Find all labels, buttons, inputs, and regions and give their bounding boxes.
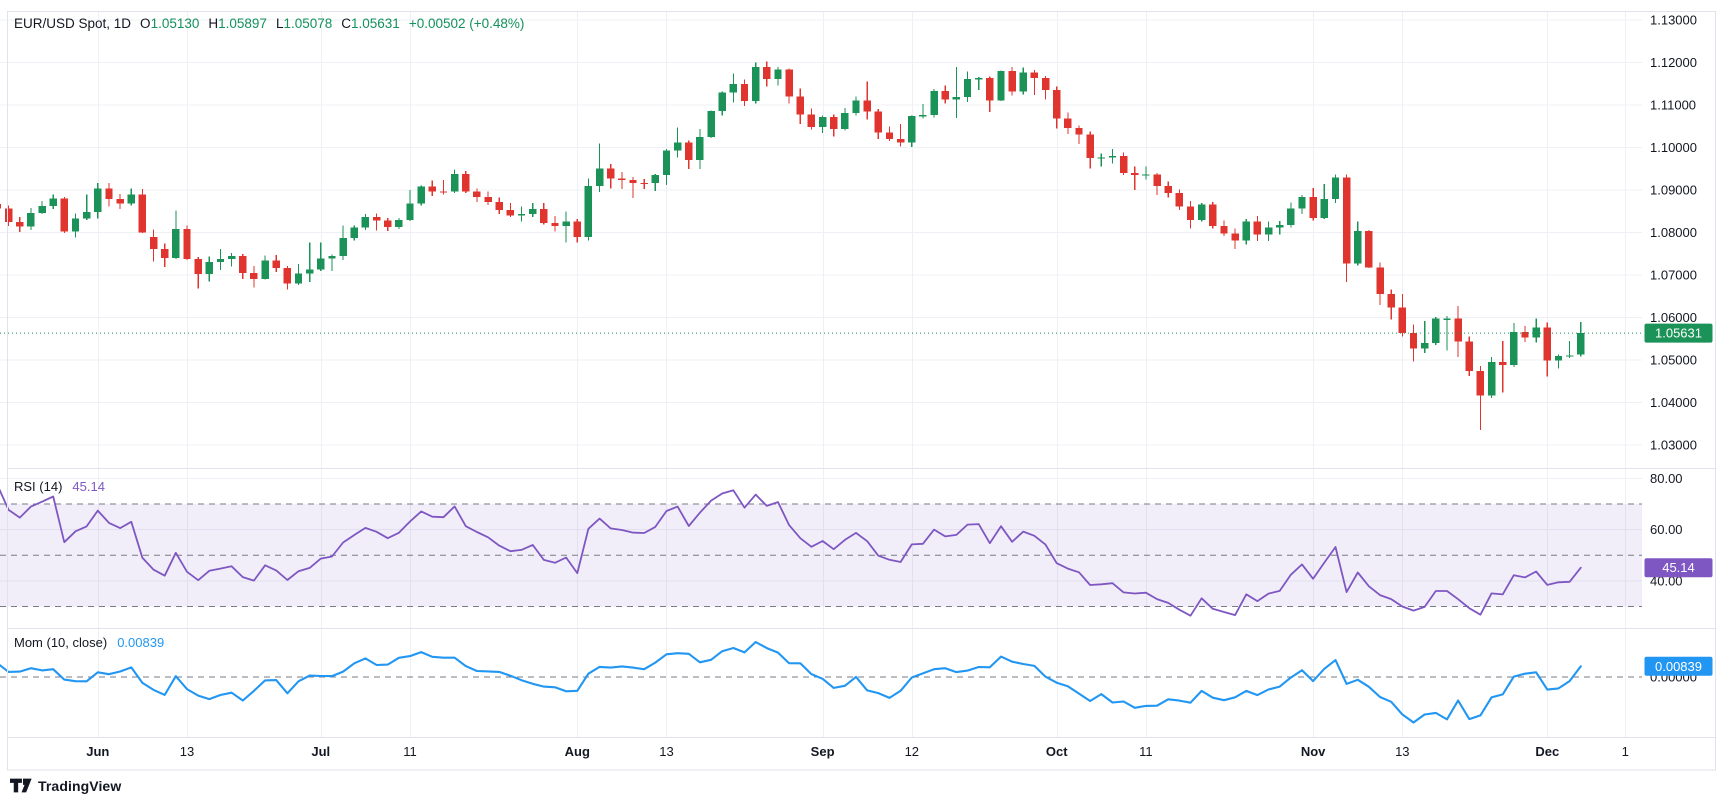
momentum-line <box>0 642 1581 723</box>
time-axis-labels[interactable]: Jun 13 Jul 11 Aug 13 Sep 12 Oct 11 Nov 13 Dec 1 <box>86 744 1629 759</box>
svg-text:1.10000: 1.10000 <box>1650 140 1697 155</box>
svg-text:12: 12 <box>905 744 919 759</box>
symbol-header: EUR/USD Spot, 1D O 1.05130 H 1.05897 L 1… <box>14 14 524 32</box>
change-value: +0.00502 (+0.48%) <box>409 16 525 31</box>
low-value: 1.05078 <box>283 16 332 31</box>
tradingview-logo-text: TradingView <box>38 778 121 794</box>
high-value: 1.05897 <box>218 16 267 31</box>
rsi-value: 45.14 <box>72 479 105 494</box>
svg-text:1.08000: 1.08000 <box>1650 225 1697 240</box>
momentum-name: Mom (10, close) <box>14 635 107 650</box>
svg-text:Oct: Oct <box>1046 744 1068 759</box>
candlesticks <box>0 62 1584 430</box>
svg-text:13: 13 <box>1395 744 1409 759</box>
momentum-indicator-label: Mom (10, close) 0.00839 <box>14 635 164 650</box>
svg-text:80.00: 80.00 <box>1650 471 1683 486</box>
svg-text:60.00: 60.00 <box>1650 522 1683 537</box>
svg-text:1.04000: 1.04000 <box>1650 395 1697 410</box>
svg-text:Sep: Sep <box>811 744 835 759</box>
tradingview-chart-widget: 1.13000 1.12000 1.11000 1.10000 1.09000 1.080… <box>0 0 1723 803</box>
price-axis-labels[interactable]: 1.13000 1.12000 1.11000 1.10000 1.09000 1.080… <box>1650 13 1697 685</box>
svg-text:1.05631: 1.05631 <box>1655 326 1702 341</box>
symbol-title: EUR/USD Spot, 1D <box>14 16 131 31</box>
price-chart-canvas[interactable]: 1.13000 1.12000 1.11000 1.10000 1.09000 1.080… <box>0 0 1723 803</box>
tradingview-logo-link[interactable]: TradingView <box>10 777 121 794</box>
low-label: L <box>276 16 284 31</box>
svg-text:45.14: 45.14 <box>1662 560 1695 575</box>
svg-text:1.13000: 1.13000 <box>1650 13 1697 28</box>
svg-text:0.00839: 0.00839 <box>1655 659 1702 674</box>
last-price-badge: 1.05631 <box>1645 324 1713 343</box>
svg-text:1: 1 <box>1622 744 1629 759</box>
svg-text:1.09000: 1.09000 <box>1650 183 1697 198</box>
rsi-indicator-label: RSI (14) 45.14 <box>14 479 105 494</box>
rsi-name: RSI (14) <box>14 479 62 494</box>
svg-text:1.11000: 1.11000 <box>1650 98 1696 113</box>
svg-text:1.12000: 1.12000 <box>1650 55 1697 70</box>
svg-text:Dec: Dec <box>1535 744 1559 759</box>
svg-text:1.05000: 1.05000 <box>1650 353 1697 368</box>
open-label: O <box>140 16 151 31</box>
svg-text:13: 13 <box>659 744 673 759</box>
svg-text:1.06000: 1.06000 <box>1650 310 1697 325</box>
chart-border <box>8 12 1716 771</box>
close-value: 1.05631 <box>351 16 400 31</box>
close-label: C <box>341 16 351 31</box>
rsi-band <box>0 504 1642 607</box>
tradingview-logo-icon <box>10 777 32 794</box>
svg-text:1.07000: 1.07000 <box>1650 268 1697 283</box>
svg-text:Nov: Nov <box>1301 744 1326 759</box>
momentum-value-badge: 0.00839 <box>1645 657 1713 676</box>
svg-text:11: 11 <box>403 744 417 759</box>
svg-text:Jul: Jul <box>311 744 330 759</box>
high-label: H <box>208 16 218 31</box>
rsi-value-badge: 45.14 <box>1645 558 1713 577</box>
open-value: 1.05130 <box>151 16 200 31</box>
svg-text:Jun: Jun <box>86 744 109 759</box>
svg-text:Aug: Aug <box>565 744 590 759</box>
svg-text:11: 11 <box>1139 744 1153 759</box>
svg-text:1.03000: 1.03000 <box>1650 438 1697 453</box>
svg-text:13: 13 <box>180 744 194 759</box>
momentum-value: 0.00839 <box>117 635 164 650</box>
